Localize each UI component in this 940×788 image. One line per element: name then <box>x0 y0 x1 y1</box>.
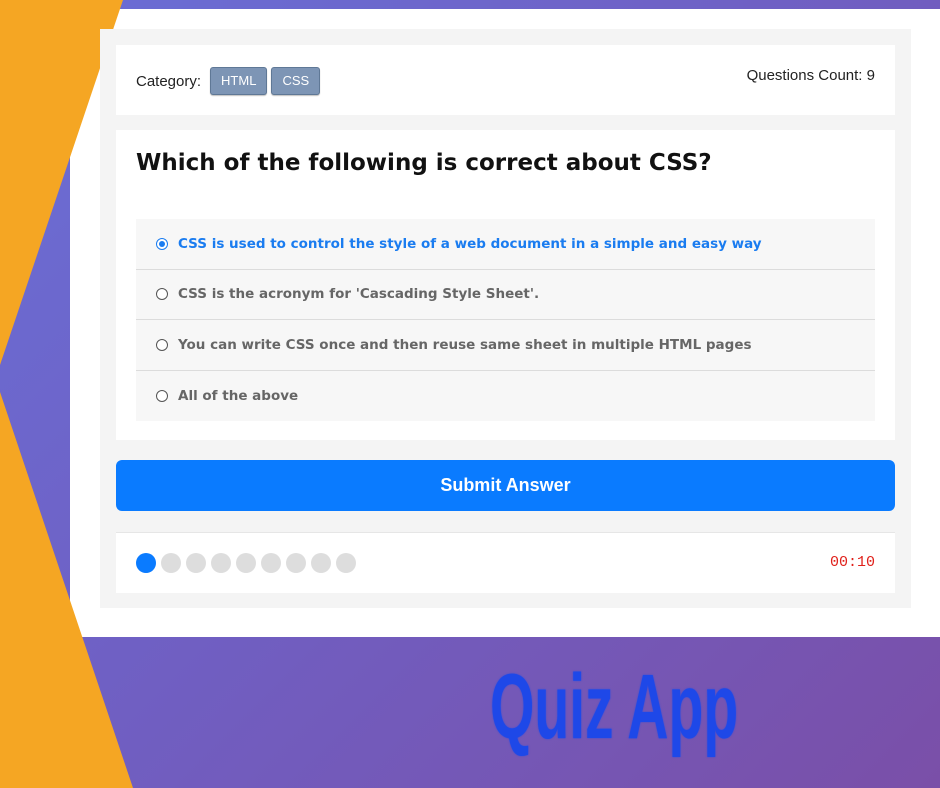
quiz-app: Category: HTML CSS Questions Count: 9 Wh… <box>100 29 911 608</box>
answer-option-1[interactable]: CSS is used to control the style of a we… <box>136 219 875 270</box>
progress-dot-icon <box>236 553 256 573</box>
quiz-info-bar: Category: HTML CSS Questions Count: 9 <box>116 45 895 115</box>
progress-dot-icon <box>136 553 156 573</box>
quiz-area: Which of the following is correct about … <box>116 130 895 440</box>
radio-unchecked-icon[interactable] <box>156 288 168 301</box>
progress-dot-icon <box>336 553 356 573</box>
progress-bullets <box>136 553 361 573</box>
category-group: Category: HTML CSS <box>136 66 321 96</box>
progress-dot-icon <box>286 553 306 573</box>
answer-text: All of the above <box>178 387 299 404</box>
answer-option-2[interactable]: CSS is the acronym for 'Cascading Style … <box>136 270 875 320</box>
quiz-app-banner-title: Quiz App <box>490 656 739 758</box>
progress-dot-icon <box>311 553 331 573</box>
answer-text: CSS is the acronym for 'Cascading Style … <box>178 286 540 303</box>
category-badge-html: HTML <box>210 67 268 95</box>
answer-option-4[interactable]: All of the above <box>136 371 875 422</box>
category-label: Category: <box>136 72 202 90</box>
answer-option-3[interactable]: You can write CSS once and then reuse sa… <box>136 320 875 371</box>
radio-unchecked-icon[interactable] <box>156 389 168 402</box>
progress-dot-icon <box>161 553 181 573</box>
submit-answer-button[interactable]: Submit Answer <box>116 460 895 511</box>
countdown-timer: 00:10 <box>829 554 875 571</box>
radio-unchecked-icon[interactable] <box>156 338 168 351</box>
question-title: Which of the following is correct about … <box>136 150 712 176</box>
questions-count: Questions Count: 9 <box>746 67 875 84</box>
answer-text: CSS is used to control the style of a we… <box>178 235 762 252</box>
progress-footer: 00:10 <box>116 532 895 593</box>
radio-checked-icon[interactable] <box>156 237 168 250</box>
progress-dot-icon <box>261 553 281 573</box>
progress-dot-icon <box>211 553 231 573</box>
category-badge-css: CSS <box>271 67 321 95</box>
progress-dot-icon <box>186 553 206 573</box>
answer-text: You can write CSS once and then reuse sa… <box>178 336 752 353</box>
answers-list: CSS is used to control the style of a we… <box>136 219 875 421</box>
